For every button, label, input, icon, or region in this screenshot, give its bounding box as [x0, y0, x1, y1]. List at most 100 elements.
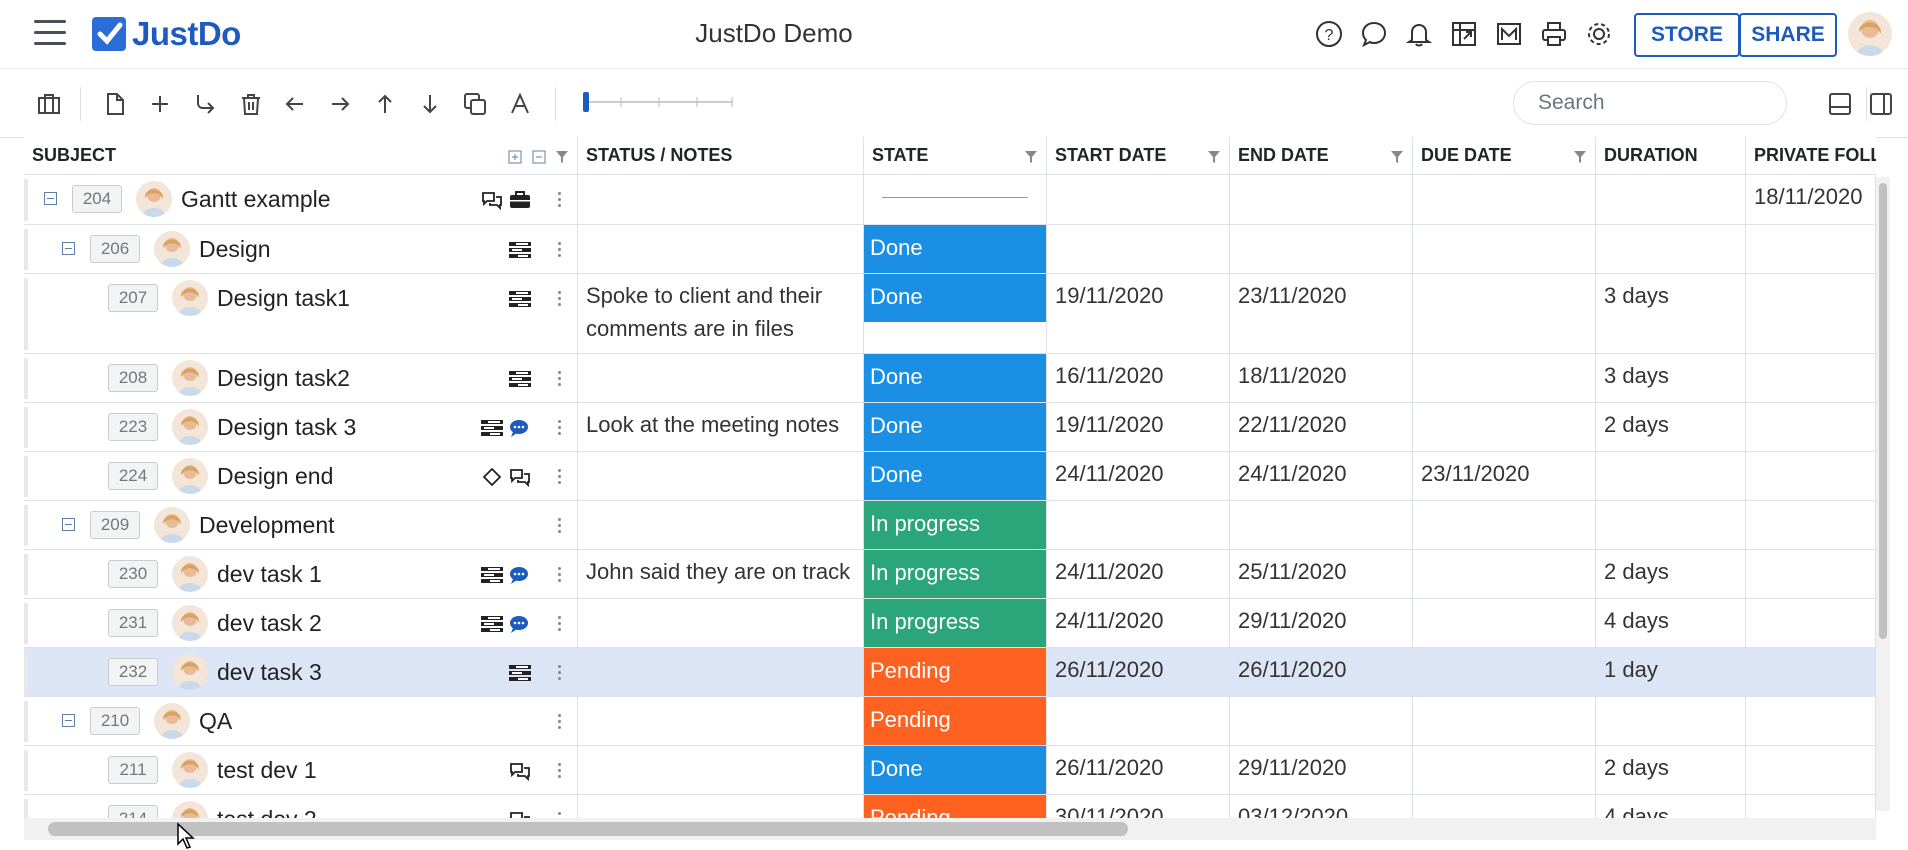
owner-avatar[interactable] — [172, 280, 208, 316]
subject-cell[interactable]: 232 dev task 3 — [24, 648, 578, 696]
subject-cell[interactable]: 223 Design task 3 — [24, 403, 578, 451]
drag-handle[interactable] — [24, 358, 28, 399]
task-row[interactable]: 223 Design task 3 Look at the meeting note… — [24, 403, 1876, 452]
duration-cell[interactable] — [1596, 501, 1746, 549]
task-row[interactable]: 210 QA Pending — [24, 697, 1876, 746]
end-date-cell[interactable]: 23/11/2020 — [1230, 274, 1413, 353]
owner-avatar[interactable] — [172, 556, 208, 592]
search-input[interactable]: Search — [1513, 81, 1787, 125]
duration-cell[interactable] — [1596, 175, 1746, 224]
start-date-cell[interactable] — [1047, 175, 1230, 224]
row-menu-icon[interactable] — [558, 469, 562, 485]
status-cell[interactable] — [578, 746, 864, 794]
task-row[interactable]: 211 test dev 1 Done 26/11/2020 29/11/2020 2 d… — [24, 746, 1876, 795]
owner-avatar[interactable] — [172, 458, 208, 494]
drag-handle[interactable] — [24, 278, 28, 350]
state-badge[interactable]: In progress — [864, 550, 1046, 598]
start-date-cell[interactable]: 24/11/2020 — [1047, 452, 1230, 500]
subject-cell[interactable]: 211 test dev 1 — [24, 746, 578, 794]
bell-icon[interactable] — [1404, 19, 1434, 49]
owner-avatar[interactable] — [172, 409, 208, 445]
projects-icon[interactable] — [36, 91, 62, 117]
status-cell[interactable] — [578, 175, 864, 224]
comments-icon[interactable] — [508, 810, 532, 818]
row-menu-icon[interactable] — [558, 616, 562, 632]
status-cell[interactable] — [578, 697, 864, 745]
subject-cell[interactable]: 230 dev task 1 — [24, 550, 578, 598]
chat-blue-icon[interactable] — [508, 418, 532, 438]
state-cell[interactable]: Done — [864, 354, 1047, 402]
text-format-icon[interactable] — [507, 91, 533, 117]
drag-handle[interactable] — [24, 701, 28, 742]
state-cell[interactable]: Pending — [864, 648, 1047, 696]
task-title[interactable]: QA — [199, 708, 232, 735]
end-date-cell[interactable] — [1230, 697, 1413, 745]
due-date-cell[interactable] — [1413, 697, 1596, 745]
state-cell[interactable]: In progress — [864, 501, 1047, 549]
duration-cell[interactable] — [1596, 697, 1746, 745]
private-follow-up-cell[interactable] — [1746, 225, 1876, 273]
task-row[interactable]: 206 Design Done — [24, 225, 1876, 274]
owner-avatar[interactable] — [172, 654, 208, 690]
row-menu-icon[interactable] — [558, 291, 562, 307]
due-date-cell[interactable] — [1413, 599, 1596, 647]
private-follow-up-cell[interactable] — [1746, 403, 1876, 451]
task-row[interactable]: 208 Design task2 Done 16/11/2020 18/11/2020 3… — [24, 354, 1876, 403]
indent-icon[interactable] — [327, 91, 353, 117]
gantt-icon[interactable] — [1449, 19, 1479, 49]
row-menu-icon[interactable] — [558, 420, 562, 436]
drag-handle[interactable] — [24, 750, 28, 791]
state-badge[interactable]: Done — [864, 403, 1046, 451]
state-badge[interactable]: Done — [864, 452, 1046, 500]
drag-handle[interactable] — [24, 456, 28, 497]
owner-avatar[interactable] — [136, 181, 172, 217]
start-date-cell[interactable]: 30/11/2020 — [1047, 795, 1230, 818]
state-badge[interactable]: Done — [864, 746, 1046, 794]
owner-avatar[interactable] — [172, 752, 208, 788]
start-date-cell[interactable]: 19/11/2020 — [1047, 274, 1230, 353]
task-row[interactable]: 230 dev task 1 John said they are on track… — [24, 550, 1876, 599]
drag-handle[interactable] — [24, 652, 28, 693]
task-row[interactable]: 224 Design end Done 24/11/2020 24/11/2020 23/… — [24, 452, 1876, 501]
comments-icon[interactable] — [508, 761, 532, 782]
filter-icon[interactable] — [1024, 150, 1038, 164]
collapse-toggle-icon[interactable] — [62, 714, 75, 727]
due-date-cell[interactable] — [1413, 648, 1596, 696]
end-date-cell[interactable]: 26/11/2020 — [1230, 648, 1413, 696]
due-date-cell[interactable] — [1413, 175, 1596, 224]
private-follow-up-cell[interactable] — [1746, 501, 1876, 549]
state-cell[interactable]: Done — [864, 403, 1047, 451]
start-date-cell[interactable]: 26/11/2020 — [1047, 648, 1230, 696]
gear-icon[interactable] — [1584, 19, 1614, 49]
column-subject[interactable]: SUBJECT — [24, 137, 578, 175]
expand-all-icon[interactable] — [508, 150, 522, 164]
state-badge[interactable]: In progress — [864, 501, 1046, 549]
task-title[interactable]: test dev 1 — [217, 757, 317, 784]
start-date-cell[interactable] — [1047, 697, 1230, 745]
drag-handle[interactable] — [24, 603, 28, 644]
status-cell[interactable]: Spoke to client and their comments are i… — [578, 274, 864, 353]
chat-icon[interactable] — [1359, 19, 1389, 49]
state-cell[interactable]: Pending — [864, 697, 1047, 745]
private-follow-up-cell[interactable] — [1746, 648, 1876, 696]
duplicate-icon[interactable] — [462, 91, 488, 117]
state-badge[interactable]: Pending — [864, 795, 1046, 818]
comments-icon[interactable] — [480, 190, 504, 211]
bottom-panel-icon[interactable] — [1827, 91, 1853, 117]
task-row[interactable]: 204 Gantt example 18/11/2020 — [24, 175, 1876, 225]
due-date-cell[interactable] — [1413, 225, 1596, 273]
subject-cell[interactable]: 208 Design task2 — [24, 354, 578, 402]
collapse-toggle-icon[interactable] — [62, 518, 75, 531]
filter-icon[interactable] — [1573, 150, 1587, 164]
state-cell[interactable]: Pending — [864, 795, 1047, 818]
duration-cell[interactable]: 1 day — [1596, 648, 1746, 696]
end-date-cell[interactable]: 18/11/2020 — [1230, 354, 1413, 402]
row-menu-icon[interactable] — [558, 518, 562, 534]
status-cell[interactable] — [578, 648, 864, 696]
owner-avatar[interactable] — [172, 801, 208, 818]
state-cell[interactable]: In progress — [864, 599, 1047, 647]
due-date-cell[interactable]: 23/11/2020 — [1413, 452, 1596, 500]
filter-icon[interactable] — [555, 150, 569, 164]
task-row[interactable]: 214 test dev 2 Pending 30/11/2020 03/12/2020… — [24, 795, 1876, 818]
task-title[interactable]: Development — [199, 512, 335, 539]
